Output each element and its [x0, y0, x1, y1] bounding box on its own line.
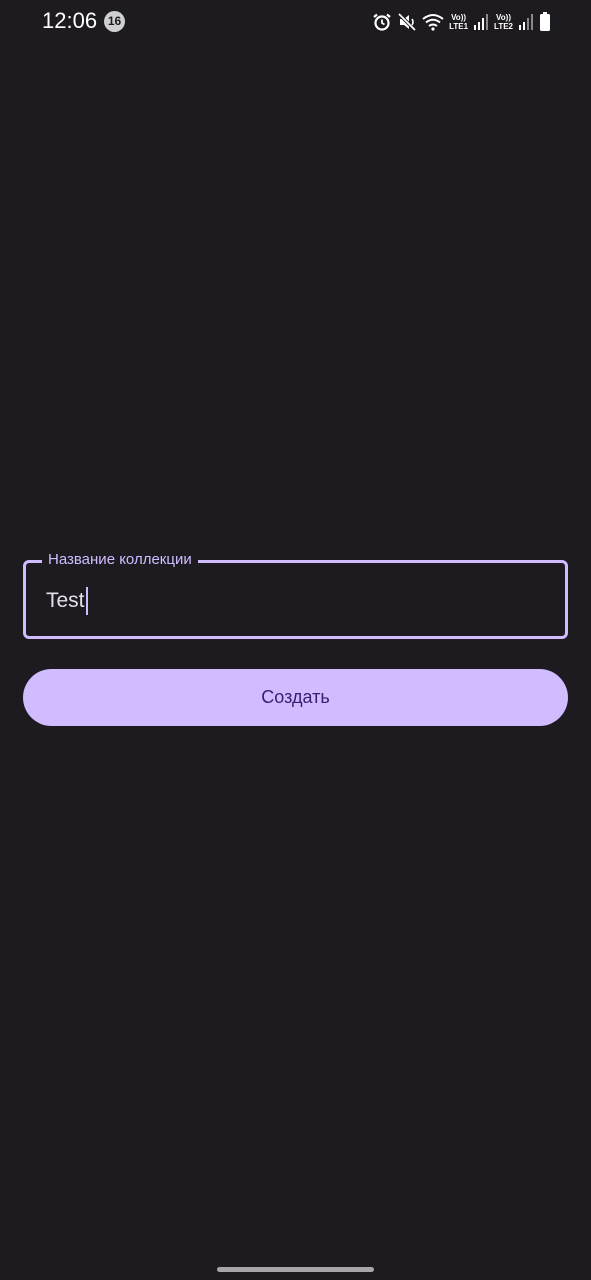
- alarm-icon: [372, 12, 392, 32]
- mute-icon: [397, 12, 417, 32]
- notification-count-badge: 16: [104, 11, 125, 32]
- text-cursor: [85, 587, 88, 615]
- signal-icon: [473, 13, 489, 31]
- status-icons: Vo)) LTE1 Vo)) LTE2: [372, 8, 551, 36]
- sim1-lte-text: LTE1: [449, 22, 469, 31]
- sim1-volte-label: Vo)) LTE1: [449, 13, 468, 31]
- sim2-lte-text: LTE2: [494, 22, 513, 31]
- sim1-volte-text: Vo)): [451, 13, 467, 22]
- collection-name-field[interactable]: Название коллекции Test: [23, 551, 568, 639]
- sim2-volte-text: Vo)): [496, 13, 511, 22]
- sim2-volte-label: Vo)) LTE2: [494, 13, 513, 31]
- signal-icon: [518, 13, 534, 31]
- battery-icon: [539, 12, 551, 32]
- gesture-navigation-handle[interactable]: [217, 1267, 374, 1272]
- create-button[interactable]: Создать: [23, 669, 568, 726]
- clock: 12:06: [42, 8, 98, 33]
- collection-name-input[interactable]: Test: [46, 587, 88, 615]
- wifi-icon: [422, 12, 444, 32]
- screen: 12:06 16 Vo)) LTE1 Vo)) LTE2 Название ко…: [0, 0, 591, 1280]
- collection-name-value: Test: [46, 589, 85, 612]
- status-bar: 12:06 16 Vo)) LTE1 Vo)) LTE2: [0, 0, 591, 44]
- collection-name-label: Название коллекции: [42, 551, 198, 569]
